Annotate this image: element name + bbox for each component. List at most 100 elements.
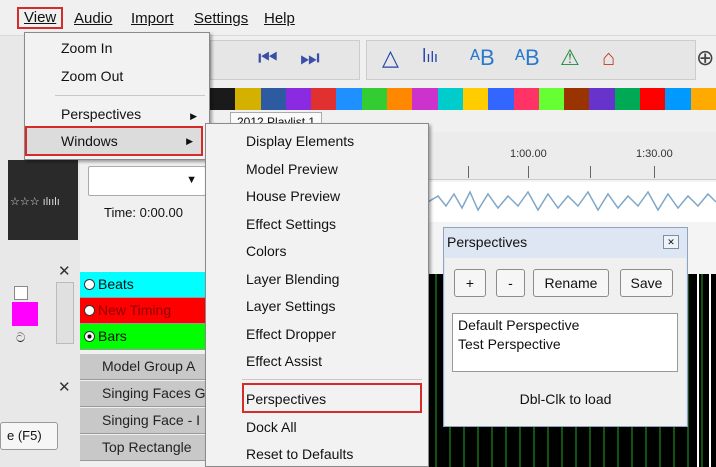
text-b2-icon[interactable]: ᴬB bbox=[515, 44, 540, 72]
menu-item-display-elements[interactable]: Display Elements bbox=[246, 133, 354, 149]
tick-mark bbox=[654, 166, 655, 178]
close-icon[interactable]: ✕ bbox=[663, 235, 679, 249]
menubar: View Audio Import Settings Help bbox=[0, 0, 716, 36]
effect-swatch[interactable] bbox=[285, 88, 312, 110]
effect-swatch[interactable] bbox=[311, 88, 337, 110]
model-row[interactable]: Singing Faces G bbox=[80, 381, 208, 407]
row-label: Beats bbox=[98, 276, 134, 292]
effect-swatch[interactable] bbox=[437, 88, 463, 110]
menu-item-perspectives[interactable]: Perspectives bbox=[246, 391, 326, 407]
menu-item-house-preview[interactable]: House Preview bbox=[246, 188, 340, 204]
menu-item-model-preview[interactable]: Model Preview bbox=[246, 161, 338, 177]
time-ruler: 1:00.00 1:30.00 bbox=[428, 132, 716, 180]
row-label: New Timing bbox=[98, 302, 172, 318]
effect-swatch[interactable] bbox=[538, 88, 565, 110]
house-icon[interactable]: ⌂ bbox=[602, 44, 615, 72]
menu-item-dock-all[interactable]: Dock All bbox=[246, 419, 297, 435]
menu-item-layer-settings[interactable]: Layer Settings bbox=[246, 298, 336, 314]
menu-view[interactable]: View bbox=[17, 7, 64, 29]
effect-swatch[interactable] bbox=[690, 88, 716, 110]
toolbar: ⏮ ⏭ △ ꟾılı ᴬB ᴬB ⚠ ⌂ ⊕ bbox=[210, 36, 716, 86]
menu-item-perspectives[interactable]: Perspectives bbox=[61, 106, 141, 122]
menu-settings[interactable]: Settings bbox=[194, 10, 248, 27]
effect-swatch[interactable] bbox=[488, 88, 514, 110]
menu-item-effect-assist[interactable]: Effect Assist bbox=[246, 353, 322, 369]
effect-swatch[interactable] bbox=[387, 88, 413, 110]
bars-icon[interactable]: ꟾılı bbox=[422, 44, 438, 72]
menu-item-colors[interactable]: Colors bbox=[246, 243, 286, 259]
effect-swatch[interactable] bbox=[640, 88, 666, 110]
dialog-body: + - Rename Save Default Perspective Test… bbox=[445, 258, 686, 426]
model-row[interactable]: Model Group A bbox=[80, 354, 208, 380]
effect-swatch[interactable] bbox=[361, 88, 388, 110]
effect-swatch[interactable] bbox=[210, 88, 236, 110]
model-row[interactable]: Top Rectangle bbox=[80, 435, 208, 461]
effect-swatch[interactable] bbox=[564, 88, 590, 110]
menu-item-windows[interactable]: Windows bbox=[61, 133, 118, 149]
effect-swatch[interactable] bbox=[665, 88, 691, 110]
remove-perspective-button[interactable]: - bbox=[496, 269, 525, 297]
menu-import[interactable]: Import bbox=[131, 10, 174, 27]
perspectives-dialog: Perspectives ✕ + - Rename Save Default P… bbox=[443, 227, 688, 427]
rename-button[interactable]: Rename bbox=[533, 269, 609, 297]
color-swatch[interactable] bbox=[12, 302, 38, 326]
tick-mark bbox=[590, 166, 591, 178]
effect-swatch[interactable] bbox=[412, 88, 438, 110]
effect-swatch[interactable] bbox=[462, 88, 489, 110]
waveform-graphic bbox=[427, 190, 716, 212]
skip-back-icon[interactable]: ⏮ bbox=[258, 44, 278, 72]
warning-icon[interactable]: ⚠ bbox=[560, 44, 580, 72]
triangle-icon[interactable]: △ bbox=[382, 44, 399, 72]
timing-row-beats[interactable]: Beats bbox=[80, 272, 208, 298]
effect-swatch[interactable] bbox=[614, 88, 641, 110]
effect-swatch[interactable] bbox=[260, 88, 286, 110]
thumbnail-stars: ☆☆☆ ılıılı bbox=[10, 196, 60, 208]
close-icon[interactable]: ✕ bbox=[58, 378, 71, 396]
radio-icon[interactable] bbox=[84, 279, 95, 290]
effect-swatch[interactable] bbox=[235, 88, 261, 110]
ruler-tick: 1:00.00 bbox=[510, 148, 547, 160]
menu-item-effect-dropper[interactable]: Effect Dropper bbox=[246, 326, 336, 342]
scrollbar[interactable] bbox=[56, 282, 74, 344]
list-item[interactable]: Test Perspective bbox=[458, 335, 672, 354]
menu-item-windows-highlight[interactable]: Windows ▶ bbox=[25, 126, 203, 156]
menu-help[interactable]: Help bbox=[264, 10, 295, 27]
add-perspective-button[interactable]: + bbox=[454, 269, 486, 297]
radio-icon[interactable] bbox=[84, 331, 95, 342]
model-row[interactable]: Singing Face - I bbox=[80, 408, 208, 434]
effect-swatch[interactable] bbox=[513, 88, 539, 110]
view-menu: Zoom In Zoom Out Perspectives ▶ Windows … bbox=[24, 32, 210, 160]
menu-item-effect-settings[interactable]: Effect Settings bbox=[246, 216, 336, 232]
value-label: ට bbox=[16, 330, 26, 345]
waveform[interactable] bbox=[427, 182, 716, 222]
text-b-icon[interactable]: ᴬB bbox=[470, 44, 495, 72]
zoom-icon[interactable]: ⊕ bbox=[696, 44, 714, 72]
ruler-tick: 1:30.00 bbox=[636, 148, 673, 160]
radio-icon[interactable] bbox=[84, 305, 95, 316]
playback-toolbar bbox=[210, 40, 360, 80]
effect-swatch[interactable] bbox=[336, 88, 362, 110]
refresh-button[interactable]: e (F5) bbox=[0, 422, 58, 450]
perspectives-list[interactable]: Default Perspective Test Perspective bbox=[452, 313, 678, 372]
effects-palette bbox=[210, 88, 716, 110]
menu-audio[interactable]: Audio bbox=[74, 10, 112, 27]
menu-item-layer-blending[interactable]: Layer Blending bbox=[246, 271, 339, 287]
menu-item-reset-defaults[interactable]: Reset to Defaults bbox=[246, 446, 353, 462]
view-select[interactable]: ▼ bbox=[88, 166, 206, 196]
close-icon[interactable]: ✕ bbox=[58, 262, 71, 280]
row-label: Bars bbox=[98, 328, 127, 344]
checkbox[interactable] bbox=[14, 286, 28, 300]
windows-submenu: Display Elements Model Preview House Pre… bbox=[205, 123, 429, 467]
dialog-title: Perspectives bbox=[447, 234, 528, 250]
submenu-arrow-icon: ▶ bbox=[190, 111, 197, 121]
timing-row-bars[interactable]: Bars bbox=[80, 324, 208, 350]
list-item[interactable]: Default Perspective bbox=[458, 316, 672, 335]
menu-item-zoom-out[interactable]: Zoom Out bbox=[61, 68, 123, 84]
menu-item-zoom-in[interactable]: Zoom In bbox=[61, 40, 112, 56]
tick-mark bbox=[468, 166, 469, 178]
menu-separator bbox=[55, 95, 205, 96]
timing-row-new-timing[interactable]: New Timing bbox=[80, 298, 208, 324]
save-button[interactable]: Save bbox=[620, 269, 673, 297]
skip-forward-icon[interactable]: ⏭ bbox=[300, 44, 320, 72]
effect-swatch[interactable] bbox=[589, 88, 615, 110]
